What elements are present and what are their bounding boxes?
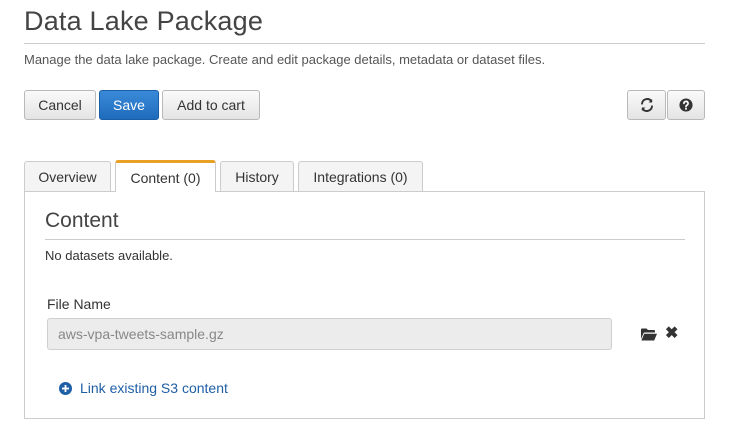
page-description: Manage the data lake package. Create and… [24, 52, 546, 67]
link-s3-label: Link existing S3 content [80, 380, 228, 396]
refresh-icon [640, 98, 653, 112]
plus-circle-icon [59, 381, 72, 395]
question-circle-icon [679, 98, 693, 112]
remove-file-icon[interactable]: ✖ [665, 326, 678, 342]
file-name-label: File Name [47, 296, 111, 312]
cancel-button[interactable]: Cancel [24, 90, 96, 120]
file-name-field[interactable] [47, 318, 612, 350]
save-button[interactable]: Save [99, 90, 159, 120]
tab-history[interactable]: History [220, 161, 294, 192]
empty-message: No datasets available. [45, 248, 173, 263]
page-title: Data Lake Package [24, 6, 264, 36]
title-divider [24, 43, 705, 44]
help-button[interactable] [667, 90, 705, 120]
tab-content[interactable]: Content (0) [115, 160, 216, 192]
section-title: Content [45, 209, 119, 232]
tab-overview[interactable]: Overview [24, 161, 111, 192]
folder-open-icon[interactable] [641, 328, 657, 341]
section-divider [45, 239, 685, 240]
content-panel: Content No datasets available. File Name… [24, 191, 705, 419]
link-s3-content[interactable]: Link existing S3 content [59, 380, 228, 396]
refresh-button[interactable] [627, 90, 666, 120]
add-to-cart-button[interactable]: Add to cart [162, 90, 260, 120]
tab-integrations[interactable]: Integrations (0) [298, 161, 423, 192]
